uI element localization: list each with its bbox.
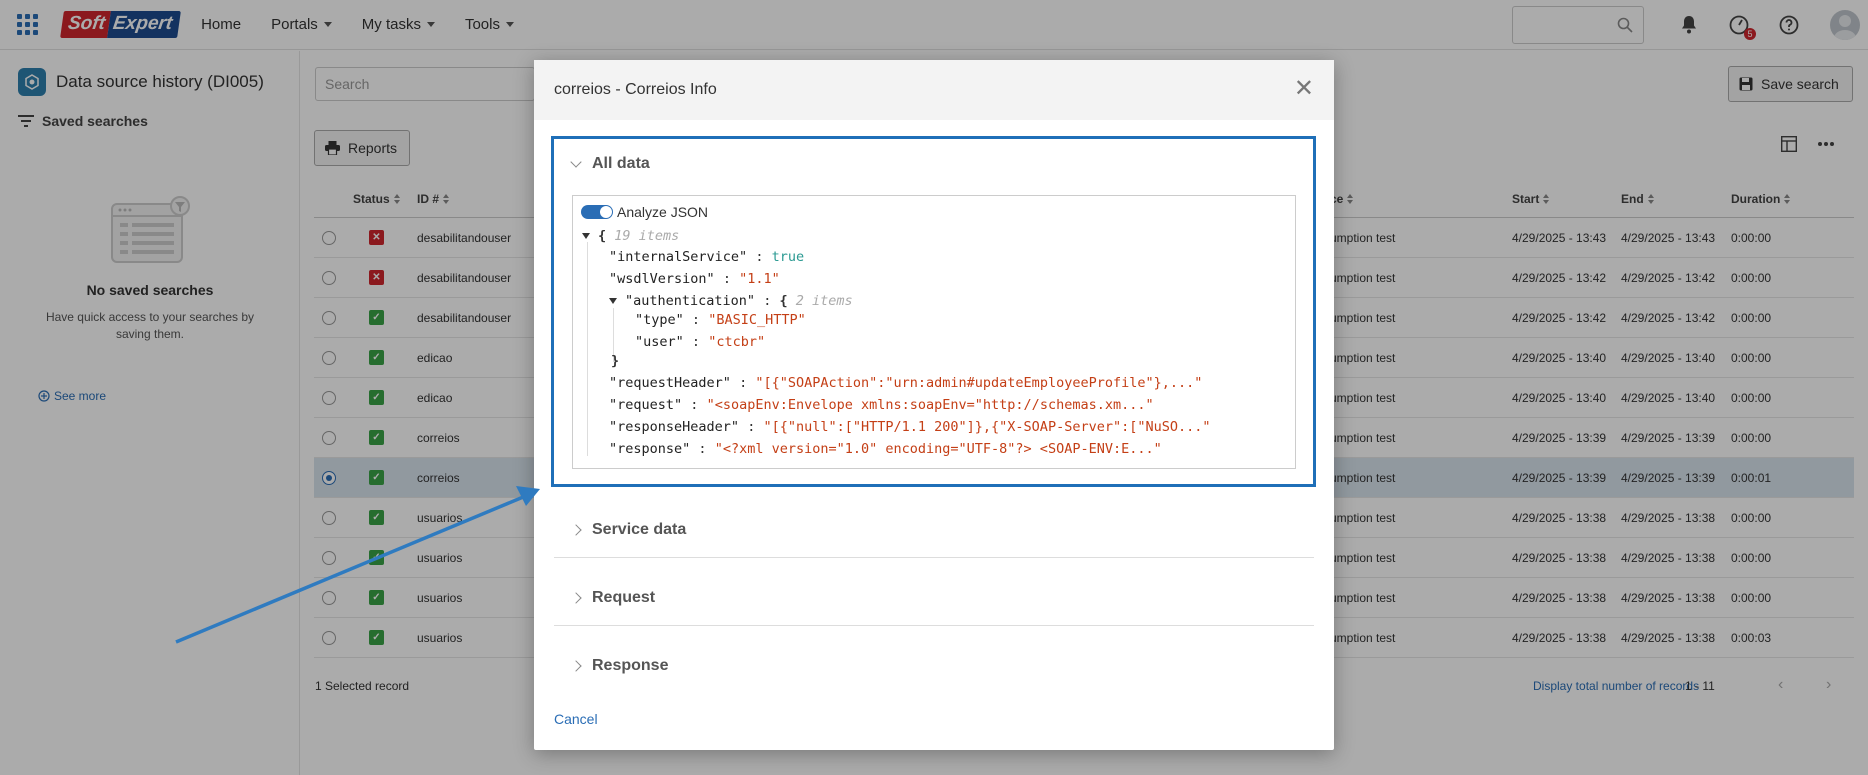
chevron-right-icon [570, 660, 582, 672]
close-icon[interactable]: ✕ [1294, 77, 1314, 101]
service-data-header[interactable]: Service data [554, 502, 1314, 558]
section-service-data: Service data [554, 502, 1314, 558]
response-label: Response [592, 657, 669, 674]
request-header[interactable]: Request [554, 570, 1314, 626]
section-request: Request [554, 570, 1314, 626]
request-label: Request [592, 588, 656, 606]
response-header[interactable]: Response [554, 638, 1314, 694]
annotation-highlight-box [551, 136, 1316, 487]
chevron-right-icon [570, 523, 582, 536]
service-data-label: Service data [592, 520, 687, 538]
cancel-button[interactable]: Cancel [554, 711, 598, 727]
section-response: Response [554, 638, 1314, 694]
modal-header: correios - Correios Info ✕ [534, 60, 1334, 120]
modal-title: correios - Correios Info [554, 81, 717, 98]
chevron-right-icon [570, 591, 582, 604]
